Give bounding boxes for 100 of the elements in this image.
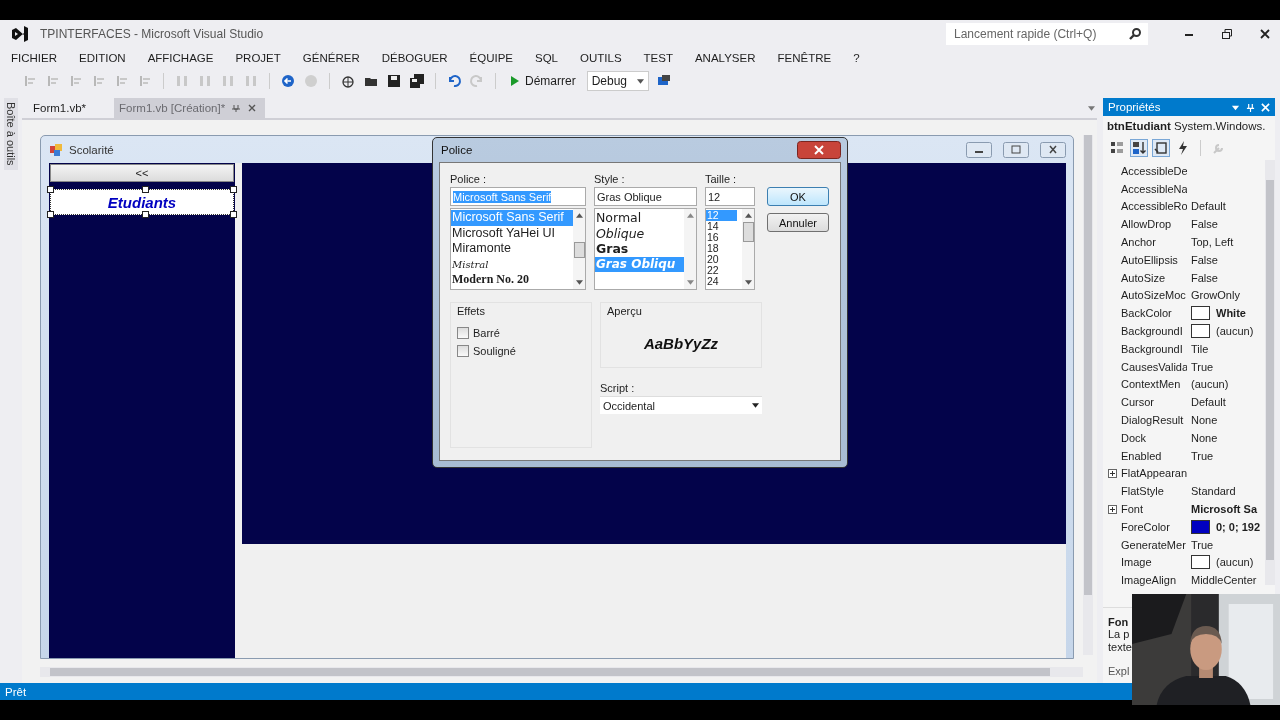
style-list-item[interactable]: Gras [595, 241, 684, 257]
scroll-thumb[interactable] [742, 222, 754, 242]
categorized-icon[interactable] [1109, 140, 1125, 156]
dropdown-icon[interactable] [1088, 105, 1095, 111]
save-all-icon[interactable] [409, 73, 425, 89]
size-list-item[interactable]: 14 [706, 221, 737, 232]
property-value[interactable]: False [1191, 271, 1218, 284]
size-list-item[interactable]: 24 [706, 276, 737, 287]
scroll-down-icon[interactable] [575, 280, 583, 285]
menu-item[interactable]: EDITION [79, 52, 126, 64]
toolbox-tab[interactable]: Boîte à outils [4, 98, 18, 170]
properties-icon[interactable] [1153, 140, 1169, 156]
expand-icon[interactable] [1107, 468, 1117, 478]
property-value[interactable]: True [1191, 360, 1214, 373]
property-name[interactable]: BackColor [1121, 307, 1187, 320]
property-value[interactable]: 0; 0; 192 [1216, 520, 1261, 533]
menu-item[interactable]: ÉQUIPE [469, 52, 513, 64]
property-name[interactable]: DialogResult [1121, 414, 1187, 427]
font-list-item[interactable]: Microsoft YaHei UI [451, 225, 573, 241]
size-list-item[interactable]: 20 [706, 254, 737, 265]
property-name[interactable]: Font [1121, 503, 1187, 516]
property-name[interactable]: AccessibleRo [1121, 200, 1187, 213]
menu-item[interactable]: FICHIER [11, 52, 57, 64]
property-name[interactable]: BackgroundI [1121, 342, 1187, 355]
form-button[interactable]: << [50, 164, 234, 182]
checkbox[interactable] [457, 327, 469, 339]
property-value[interactable]: Tile [1191, 342, 1209, 355]
property-name[interactable]: AutoSize [1121, 271, 1187, 284]
property-name[interactable]: GenerateMer [1121, 538, 1187, 551]
property-value[interactable]: GrowOnly [1191, 289, 1240, 302]
checkbox-label[interactable]: Barré [473, 327, 500, 339]
property-name[interactable]: AccessibleDe [1121, 164, 1187, 177]
menu-item[interactable]: ANALYSER [694, 52, 756, 64]
script-dropdown[interactable]: Occidental [600, 396, 762, 414]
size-list-item[interactable]: 18 [706, 243, 737, 254]
horizontal-scrollbar[interactable] [40, 667, 1083, 677]
undo-icon[interactable] [446, 73, 462, 89]
font-list-item[interactable]: Mistral [451, 256, 573, 272]
property-value[interactable]: None [1191, 431, 1218, 444]
property-name[interactable]: ImageAlign [1121, 574, 1187, 587]
style-field[interactable]: Gras Oblique [594, 187, 697, 206]
property-value[interactable]: Default [1191, 396, 1226, 409]
property-name[interactable]: AutoEllipsis [1121, 253, 1187, 266]
vertical-scrollbar[interactable] [1083, 135, 1093, 655]
property-name[interactable]: ContextMen [1121, 378, 1187, 391]
property-value[interactable]: (aucun) [1216, 556, 1254, 569]
property-value[interactable]: Default [1191, 200, 1226, 213]
property-value[interactable]: True [1191, 449, 1214, 462]
property-name[interactable]: BackgroundI [1121, 325, 1187, 338]
start-button[interactable]: Démarrer [506, 74, 580, 88]
checkbox-label[interactable]: Souligné [473, 345, 516, 357]
size-field[interactable]: 12 [705, 187, 755, 206]
property-value[interactable]: (aucun) [1191, 378, 1229, 391]
property-value[interactable]: (aucun) [1216, 325, 1254, 338]
scroll-up-icon[interactable] [575, 213, 583, 218]
property-value[interactable]: True [1191, 538, 1214, 551]
cancel-button[interactable]: Annuler [767, 213, 829, 232]
globe-icon[interactable] [340, 73, 356, 89]
scroll-up-icon[interactable] [744, 213, 752, 218]
document-tab[interactable]: Form1.vb [Création]* [114, 98, 266, 118]
checkbox[interactable] [457, 345, 469, 357]
property-name[interactable]: Image [1121, 556, 1187, 569]
property-value[interactable]: MiddleCenter [1191, 574, 1257, 587]
property-name[interactable]: Enabled [1121, 449, 1187, 462]
menu-item[interactable]: ? [853, 52, 860, 64]
property-name[interactable]: ForeColor [1121, 520, 1187, 533]
menu-item[interactable]: PROJET [235, 52, 281, 64]
alphabetical-icon[interactable] [1131, 140, 1147, 156]
menu-item[interactable]: AFFICHAGE [147, 52, 214, 64]
property-name[interactable]: Dock [1121, 431, 1187, 444]
save-icon[interactable] [386, 73, 402, 89]
scrollbar[interactable] [742, 209, 754, 289]
quick-launch-field[interactable]: Lancement rapide (Ctrl+Q) [946, 23, 1148, 45]
property-value[interactable]: White [1216, 307, 1246, 320]
restore-icon[interactable] [1220, 27, 1234, 41]
property-value[interactable]: Microsoft Sa [1191, 503, 1257, 516]
property-name[interactable]: AutoSizeMoc [1121, 289, 1187, 302]
menu-item[interactable]: GÉNÉRER [302, 52, 360, 64]
selected-button[interactable]: Etudiants [50, 189, 234, 215]
close-icon[interactable] [1258, 27, 1272, 41]
property-value[interactable]: False [1191, 218, 1218, 231]
menu-item[interactable]: SQL [535, 52, 558, 64]
property-name[interactable]: AllowDrop [1121, 218, 1187, 231]
property-name[interactable]: FlatStyle [1121, 485, 1187, 498]
style-list-item[interactable]: Normal [595, 210, 684, 226]
scrollbar[interactable] [684, 209, 696, 289]
size-list-item[interactable]: 22 [706, 265, 737, 276]
pin-icon[interactable] [231, 103, 242, 113]
scroll-up-icon[interactable] [686, 213, 694, 218]
menu-item[interactable]: TEST [643, 52, 673, 64]
property-value[interactable]: False [1191, 253, 1218, 266]
style-list-item[interactable]: Oblique [595, 225, 684, 241]
close-icon[interactable] [797, 141, 841, 159]
font-list-item[interactable]: Miramonte [451, 241, 573, 257]
menu-item[interactable]: FENÊTRE [777, 52, 832, 64]
configuration-dropdown[interactable]: Debug [586, 71, 649, 91]
property-name[interactable]: Anchor [1121, 236, 1187, 249]
document-tab[interactable]: Form1.vb* [28, 98, 95, 118]
ok-button[interactable]: OK [767, 187, 829, 206]
property-name[interactable]: FlatAppearan [1121, 467, 1187, 480]
